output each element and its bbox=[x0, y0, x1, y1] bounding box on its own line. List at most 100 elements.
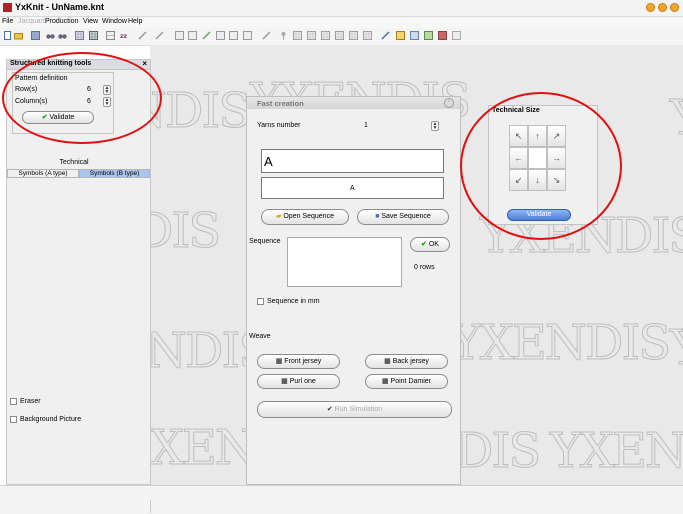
save-sequence-label: Save Sequence bbox=[381, 213, 431, 220]
purl-one-button[interactable]: ▦ Purl one bbox=[257, 374, 340, 389]
grid-icon[interactable] bbox=[216, 31, 225, 40]
menu-bar: File Jacquard Production View Window Hel… bbox=[0, 17, 683, 28]
eraser-label: Eraser bbox=[20, 398, 41, 405]
grid-icon[interactable] bbox=[410, 31, 419, 40]
grid-icon[interactable] bbox=[349, 31, 358, 40]
grid-icon[interactable] bbox=[396, 31, 405, 40]
pen-icon[interactable] bbox=[262, 31, 271, 40]
grid-icon[interactable] bbox=[106, 31, 115, 40]
watermark-text: YXENDIS bbox=[549, 423, 683, 480]
collapse-icon[interactable]: ⌃ bbox=[444, 98, 454, 108]
menu-production[interactable]: Production bbox=[45, 18, 78, 25]
app-icon bbox=[3, 3, 12, 12]
close-button[interactable] bbox=[670, 3, 679, 12]
pen-icon[interactable] bbox=[138, 31, 147, 40]
grid-icon[interactable] bbox=[363, 31, 372, 40]
ok-button[interactable]: ✔ OK bbox=[410, 237, 450, 252]
grid-icon[interactable] bbox=[293, 31, 302, 40]
zz-icon[interactable]: zz bbox=[120, 31, 129, 40]
menu-jacquard[interactable]: Jacquard bbox=[18, 18, 47, 25]
tab-symbols-a[interactable]: Symbols (A type) bbox=[7, 169, 79, 178]
menu-file[interactable]: File bbox=[2, 18, 13, 25]
menu-help[interactable]: Help bbox=[128, 18, 142, 25]
title-bar: YxKnit - UnName.knt bbox=[0, 0, 683, 17]
grid-icon[interactable] bbox=[188, 31, 197, 40]
tab-symbols-b[interactable]: Symbols (B type) bbox=[79, 169, 150, 178]
save-icon: ■ bbox=[375, 213, 380, 220]
menu-view[interactable]: View bbox=[83, 18, 98, 25]
close-icon[interactable]: × bbox=[142, 59, 147, 68]
weave-pattern-icon: ▦ bbox=[275, 358, 283, 365]
front-jersey-button[interactable]: ▦ Front jersey bbox=[257, 354, 340, 369]
open-sequence-label: Open Sequence bbox=[283, 213, 334, 220]
grid-icon[interactable] bbox=[321, 31, 330, 40]
sequence-in-mm-checkbox[interactable] bbox=[257, 298, 264, 305]
grid-icon[interactable] bbox=[89, 31, 98, 40]
watermark-text: YXENDIS bbox=[449, 315, 671, 372]
weave-pattern-icon: ▦ bbox=[281, 378, 288, 385]
open-folder-icon[interactable] bbox=[14, 31, 23, 40]
run-simulation-button[interactable]: ✔ Run Simulation bbox=[257, 401, 452, 418]
minimize-button[interactable] bbox=[646, 3, 655, 12]
sequence-in-mm-label: Sequence in mm bbox=[267, 298, 320, 305]
sequence-preview-small: A bbox=[261, 177, 444, 199]
dialog-header: Fast creation ⌃ bbox=[247, 97, 460, 109]
grid-icon[interactable] bbox=[424, 31, 433, 40]
grid-icon[interactable] bbox=[175, 31, 184, 40]
save-sequence-button[interactable]: ■ Save Sequence bbox=[357, 209, 449, 225]
pencil-icon[interactable] bbox=[381, 31, 390, 40]
fast-creation-dialog: Fast creation ⌃ Yarns number 1 ▲ ▼ A A ▰ … bbox=[246, 96, 461, 485]
window-title: YxKnit - UnName.knt bbox=[15, 2, 105, 12]
watermark-text: YXENDIS bbox=[150, 203, 222, 260]
annotation-circle bbox=[2, 52, 162, 144]
watermark-text: YXENDIS bbox=[669, 90, 683, 147]
purl-one-label: Purl one bbox=[289, 378, 316, 385]
ok-label: OK bbox=[428, 241, 439, 248]
yarns-number-label: Yarns number bbox=[257, 122, 301, 129]
check-icon: ✔ bbox=[421, 241, 427, 248]
save-icon[interactable] bbox=[31, 31, 40, 40]
grid-icon[interactable] bbox=[452, 31, 461, 40]
yarns-number-stepper[interactable]: ▲ ▼ bbox=[431, 121, 439, 131]
weave-pattern-icon: ▦ bbox=[381, 378, 389, 385]
sequence-textarea[interactable] bbox=[287, 237, 402, 287]
background-picture-checkbox[interactable] bbox=[10, 416, 17, 423]
new-file-icon[interactable] bbox=[3, 31, 12, 40]
dialog-title: Fast creation bbox=[257, 99, 304, 108]
sequence-preview-small-text: A bbox=[350, 185, 355, 192]
status-divider bbox=[150, 500, 151, 513]
maximize-button[interactable] bbox=[658, 3, 667, 12]
back-jersey-button[interactable]: ▦ Back jersey bbox=[365, 354, 448, 369]
tool-icon[interactable] bbox=[202, 31, 211, 40]
sequence-label: Sequence bbox=[249, 238, 281, 245]
sequence-preview-large-text: A bbox=[264, 154, 273, 169]
menu-window[interactable]: Window bbox=[102, 18, 127, 25]
open-sequence-button[interactable]: ▰ Open Sequence bbox=[261, 209, 349, 225]
sequence-preview-large: A bbox=[261, 149, 444, 173]
pin-icon[interactable] bbox=[279, 31, 288, 40]
status-bar bbox=[0, 485, 683, 514]
eraser-checkbox[interactable] bbox=[10, 398, 17, 405]
weave-pattern-icon: ▦ bbox=[384, 358, 391, 365]
yarns-number-field[interactable]: 1 bbox=[364, 122, 368, 129]
pen-icon[interactable] bbox=[155, 31, 164, 40]
grid-icon[interactable] bbox=[75, 31, 84, 40]
binoculars-icon[interactable] bbox=[58, 31, 67, 40]
back-jersey-label: Back jersey bbox=[392, 358, 429, 365]
grid-icon[interactable] bbox=[243, 31, 252, 40]
run-simulation-label: Run Simulation bbox=[334, 406, 383, 413]
point-damier-button[interactable]: ▦ Point Damier bbox=[365, 374, 448, 389]
rows-count: 0 rows bbox=[414, 264, 435, 271]
grid-icon[interactable] bbox=[229, 31, 238, 40]
grid-icon[interactable] bbox=[335, 31, 344, 40]
toolbar: zz bbox=[0, 28, 683, 46]
annotation-circle bbox=[460, 92, 622, 240]
svg-text:zz: zz bbox=[120, 33, 127, 40]
grid-icon[interactable] bbox=[307, 31, 316, 40]
binoculars-icon[interactable] bbox=[46, 31, 55, 40]
background-picture-label: Background Picture bbox=[20, 416, 82, 423]
front-jersey-label: Front jersey bbox=[284, 358, 322, 365]
watermark-text: YXENDIS bbox=[669, 320, 683, 377]
grid-icon[interactable] bbox=[438, 31, 447, 40]
point-damier-label: Point Damier bbox=[390, 378, 432, 385]
